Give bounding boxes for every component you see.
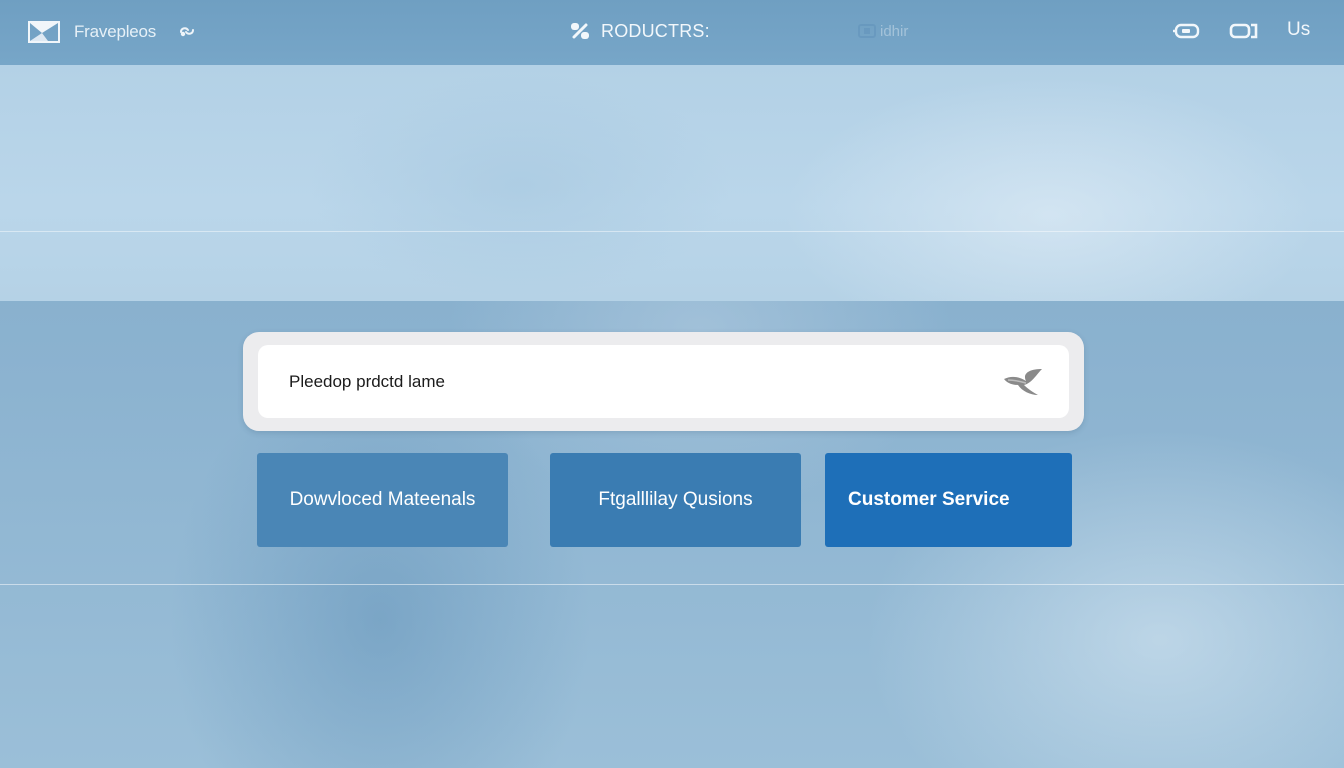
products-icon: [571, 23, 589, 39]
product-search-input[interactable]: [289, 361, 969, 402]
nav-products[interactable]: RODUCTRS:: [570, 18, 710, 44]
download-materials-label: Dowvloced Mateenals: [289, 489, 476, 510]
faq-label: Ftgalllilay Qusions: [598, 489, 753, 510]
nav-contact-us[interactable]: Us: [1287, 19, 1310, 41]
nav-products-label: RODUCTRS:: [601, 20, 710, 41]
cart-icon[interactable]: [1172, 21, 1202, 41]
nav-faded-label: idhir: [880, 22, 909, 40]
top-navigation-bar: Fravepleos RODUCTRS: idhir Us: [0, 0, 1344, 65]
brand-logo-icon: [28, 21, 60, 43]
account-icon[interactable]: [1229, 21, 1259, 41]
download-materials-button[interactable]: Dowvloced Mateenals: [257, 453, 508, 547]
hero-divider: [0, 231, 1344, 232]
customer-service-label: Customer Service: [848, 489, 1010, 510]
search-box: [243, 332, 1084, 431]
brand[interactable]: Fravepleos: [28, 18, 156, 46]
search-field-container: [258, 345, 1069, 418]
hero-banner: [0, 65, 1344, 301]
brand-name: Fravepleos: [74, 22, 157, 41]
section-divider: [0, 584, 1344, 585]
customer-service-button[interactable]: Customer Service: [825, 453, 1072, 547]
faq-button[interactable]: Ftgalllilay Qusions: [550, 453, 801, 547]
faded-nav-icon: [858, 24, 876, 38]
nav-faded-item[interactable]: idhir: [858, 20, 908, 42]
link-icon[interactable]: [177, 23, 197, 39]
search-arrow-icon[interactable]: [1002, 365, 1046, 399]
